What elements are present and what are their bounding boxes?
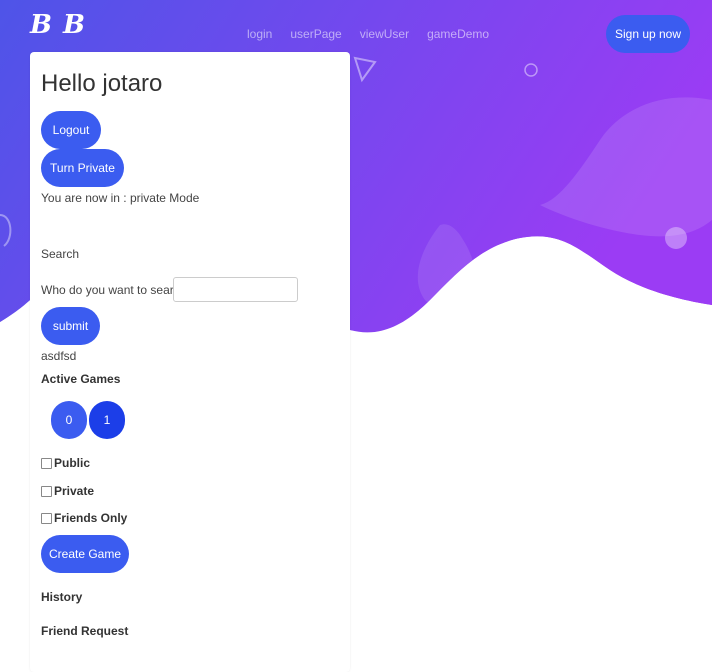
brand-logo[interactable]: B B (30, 10, 86, 40)
game-button-1[interactable]: 1 (89, 401, 125, 439)
nav-link-viewuser[interactable]: viewUser (360, 27, 409, 41)
create-game-button[interactable]: Create Game (41, 535, 129, 573)
nav-links: login userPage viewUser gameDemo (247, 27, 489, 41)
friends-only-checkbox[interactable]: Friends Only (41, 511, 127, 525)
public-checkbox-label: Public (54, 456, 91, 470)
mode-status-text: You are now in : private Mode (41, 191, 200, 205)
nav-link-userpage[interactable]: userPage (290, 27, 341, 41)
public-checkbox[interactable]: Public (41, 456, 90, 470)
game-button-0[interactable]: 0 (51, 401, 87, 439)
private-checkbox-label: Private (54, 484, 95, 498)
friends-only-checkbox-box[interactable] (41, 512, 52, 524)
greeting-heading: Hello jotaro (41, 70, 163, 97)
nav-link-login[interactable]: login (247, 27, 272, 41)
history-heading: History (41, 590, 83, 604)
active-games-heading: Active Games (41, 372, 121, 386)
logout-button[interactable]: Logout (41, 111, 101, 149)
friend-request-heading: Friend Request (41, 624, 129, 638)
friends-only-checkbox-label: Friends Only (54, 511, 128, 525)
signup-button[interactable]: Sign up now (606, 15, 690, 53)
turn-private-button[interactable]: Turn Private (41, 149, 124, 187)
nav-link-gamedemo[interactable]: gameDemo (427, 27, 489, 41)
search-heading: Search (41, 247, 80, 261)
private-checkbox[interactable]: Private (41, 484, 94, 498)
public-checkbox-box[interactable] (41, 457, 52, 469)
search-result-text: asdfsd (41, 349, 77, 363)
search-input[interactable] (173, 277, 298, 302)
private-checkbox-box[interactable] (41, 485, 52, 497)
user-panel: Hello jotaro Logout Turn Private You are… (30, 52, 350, 672)
submit-button[interactable]: submit (41, 307, 100, 345)
